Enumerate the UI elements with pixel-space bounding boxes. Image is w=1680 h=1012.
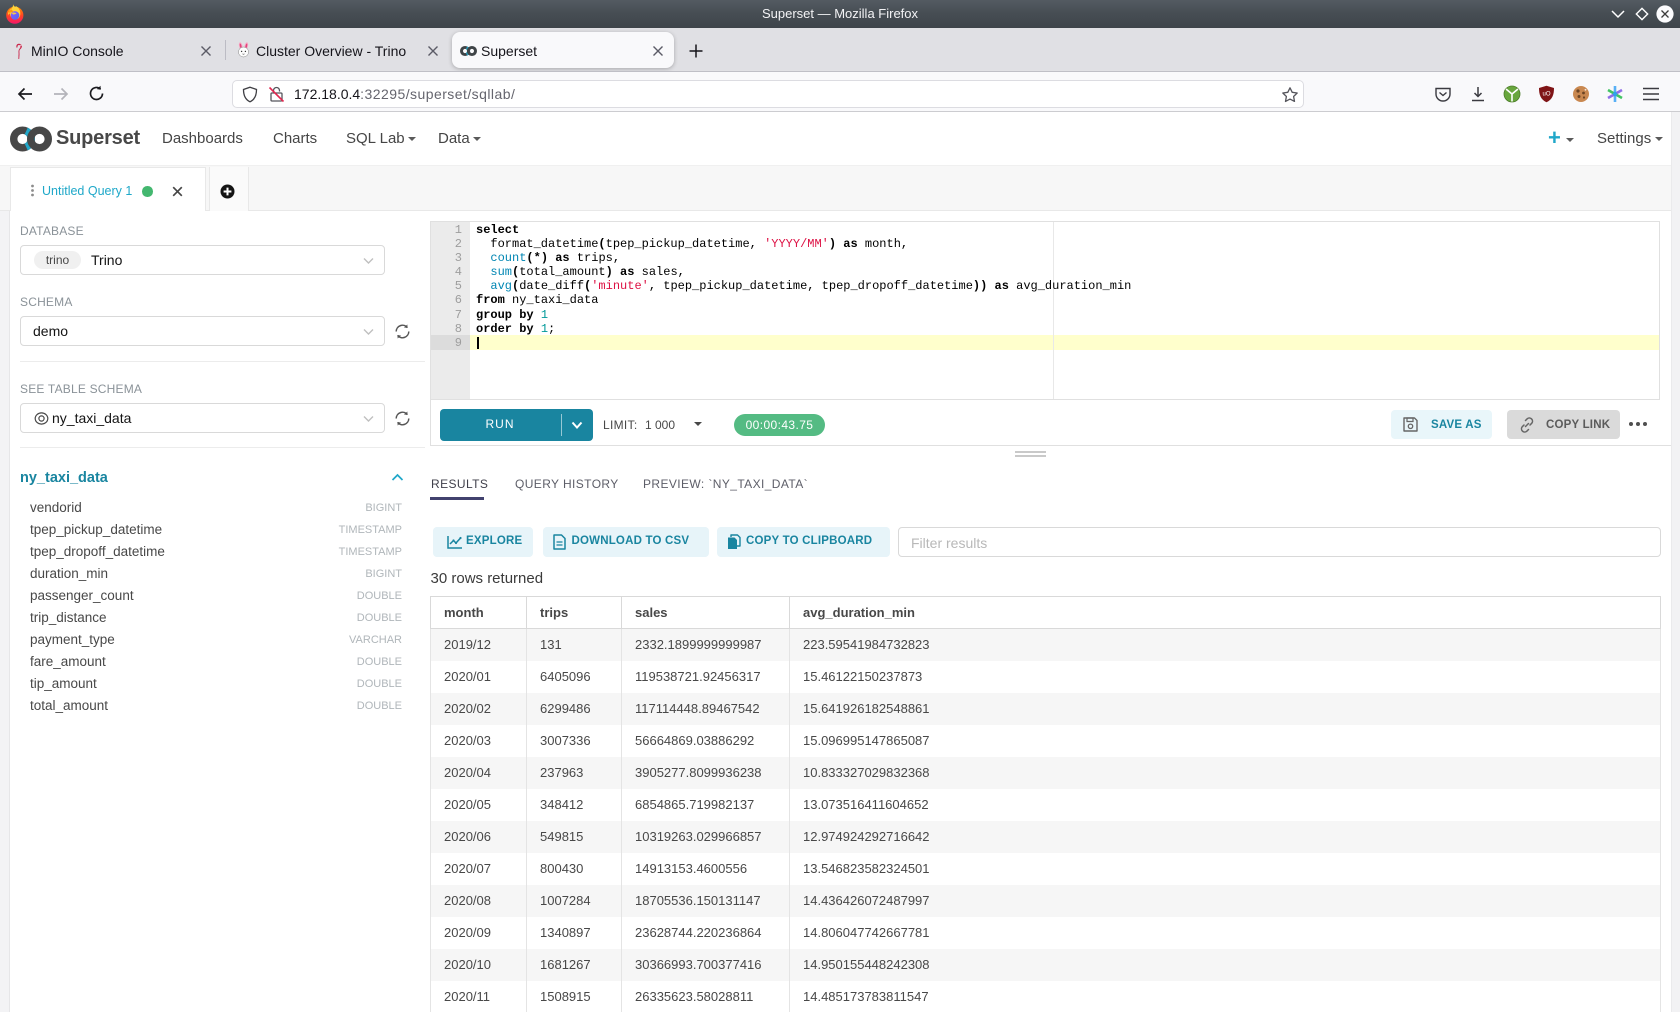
- svg-text:uO: uO: [1542, 92, 1550, 98]
